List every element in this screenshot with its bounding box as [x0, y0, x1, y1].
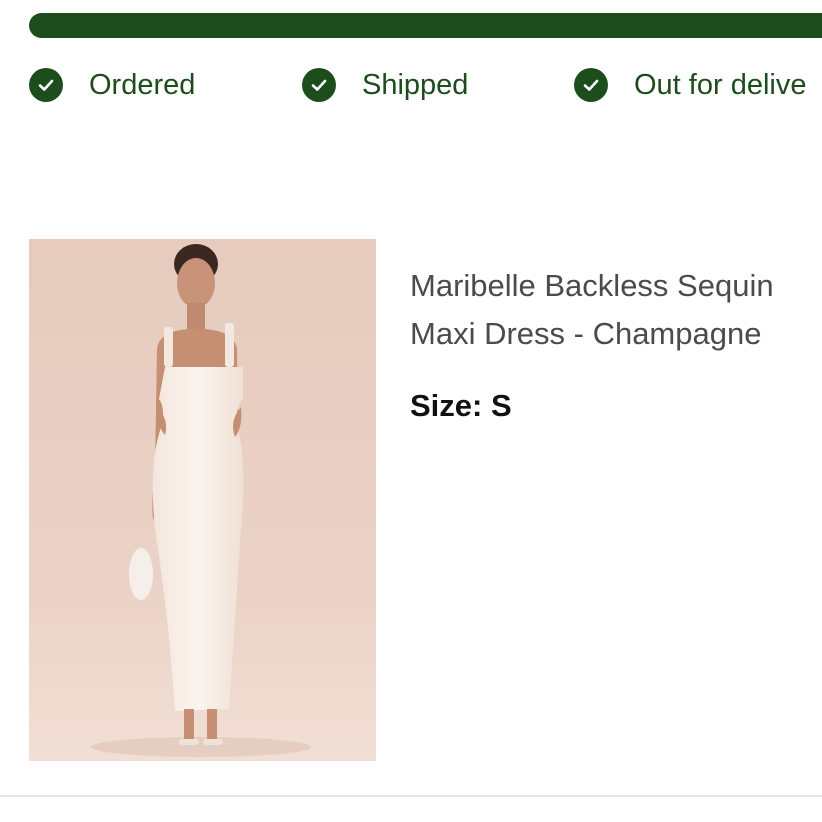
- delivery-progress-bar: [29, 13, 822, 38]
- product-size: Size: S: [410, 384, 512, 428]
- checkmark-icon: [302, 68, 336, 102]
- tracking-steps: Ordered Shipped Out for delive: [0, 62, 822, 108]
- step-label-out-for-delivery: Out for delive: [634, 69, 807, 101]
- size-value: S: [490, 388, 512, 423]
- size-label: Size:: [410, 388, 483, 423]
- checkmark-icon: [29, 68, 63, 102]
- step-ordered: Ordered: [29, 62, 195, 108]
- step-label-ordered: Ordered: [89, 69, 196, 101]
- step-out-for-delivery: Out for delive: [574, 62, 806, 108]
- step-shipped: Shipped: [302, 62, 468, 108]
- checkmark-icon: [574, 68, 608, 102]
- product-title[interactable]: Maribelle Backless Sequin Maxi Dress - C…: [410, 262, 822, 358]
- product-image[interactable]: [29, 239, 376, 761]
- divider: [0, 795, 822, 797]
- step-label-shipped: Shipped: [362, 69, 469, 101]
